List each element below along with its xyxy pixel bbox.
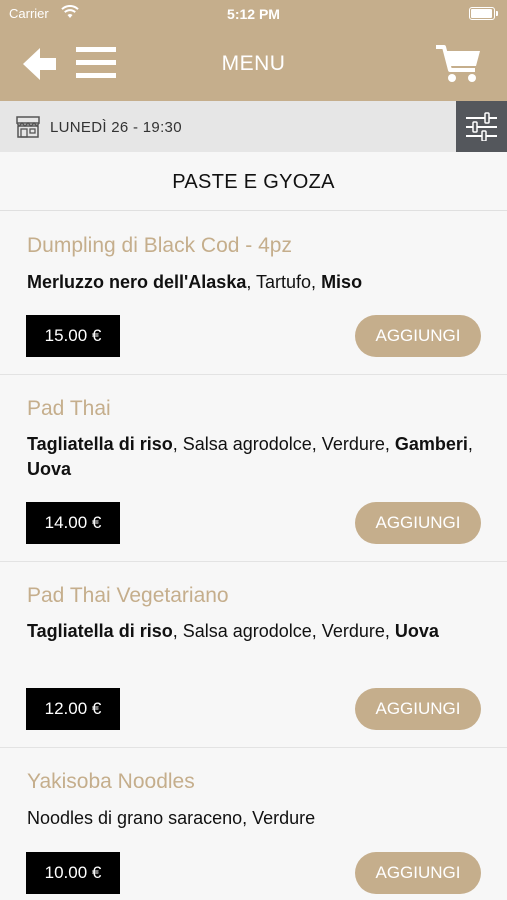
ingredient-text: , Tartufo, [246,272,322,292]
ingredient-text: , [467,434,473,454]
ingredient-bold: Merluzzo nero dell'Alaska [27,272,247,292]
cart-icon[interactable] [435,44,481,84]
menu-item: Pad Thai Tagliatella di riso, Salsa agro… [0,375,507,562]
ingredient-bold: Gamberi [394,434,468,454]
ingredient-text: , Salsa agrodolce, Verdure, [172,434,395,454]
item-description: Tagliatella di riso, Salsa agrodolce, Ve… [27,432,477,482]
ingredient-text: , Salsa agrodolce, Verdure, [172,621,395,641]
item-description: Tagliatella di riso, Salsa agrodolce, Ve… [27,619,477,644]
menu-item: Dumpling di Black Cod - 4pz Merluzzo ner… [0,211,507,375]
item-price: 15.00 € [26,315,120,357]
section-title: PASTE E GYOZA [172,171,335,193]
ingredient-bold: Tagliatella di riso [27,434,173,454]
add-to-cart-button[interactable]: AGGIUNGI [355,315,481,357]
page-title: MENU [221,52,286,75]
ingredient-bold: Uova [27,459,72,479]
item-description: Merluzzo nero dell'Alaska, Tartufo, Miso [27,270,477,295]
menu-item: Yakisoba Noodles Noodles di grano sarace… [0,748,507,900]
shop-icon [16,116,40,138]
date-bar: LUNEDÌ 26 - 19:30 [0,101,507,152]
menu-item: Pad Thai Vegetariano Tagliatella di riso… [0,562,507,748]
filter-button[interactable] [456,101,507,152]
battery-icon [469,7,498,20]
item-price: 14.00 € [26,502,120,544]
item-price: 12.00 € [26,688,120,730]
item-name: Dumpling di Black Cod - 4pz [27,234,292,257]
item-name: Pad Thai Vegetariano [27,584,229,607]
section-header: PASTE E GYOZA [0,152,507,211]
add-to-cart-button[interactable]: AGGIUNGI [355,502,481,544]
ingredient-text: Noodles di grano saraceno, Verdure [27,808,316,828]
item-description: Noodles di grano saraceno, Verdure [27,806,477,831]
item-name: Pad Thai [27,397,111,420]
add-to-cart-button[interactable]: AGGIUNGI [355,688,481,730]
status-bar: Carrier 5:12 PM [0,0,507,28]
item-price: 10.00 € [26,852,120,894]
app-header: Carrier 5:12 PM MENU [0,0,507,101]
delivery-date: LUNEDÌ 26 - 19:30 [50,119,182,136]
add-to-cart-button[interactable]: AGGIUNGI [355,852,481,894]
filter-sliders-icon [466,112,497,141]
item-name: Yakisoba Noodles [27,770,195,793]
status-time: 5:12 PM [227,6,280,22]
ingredient-bold: Miso [321,272,363,292]
ingredient-bold: Tagliatella di riso [27,621,173,641]
ingredient-bold: Uova [394,621,439,641]
